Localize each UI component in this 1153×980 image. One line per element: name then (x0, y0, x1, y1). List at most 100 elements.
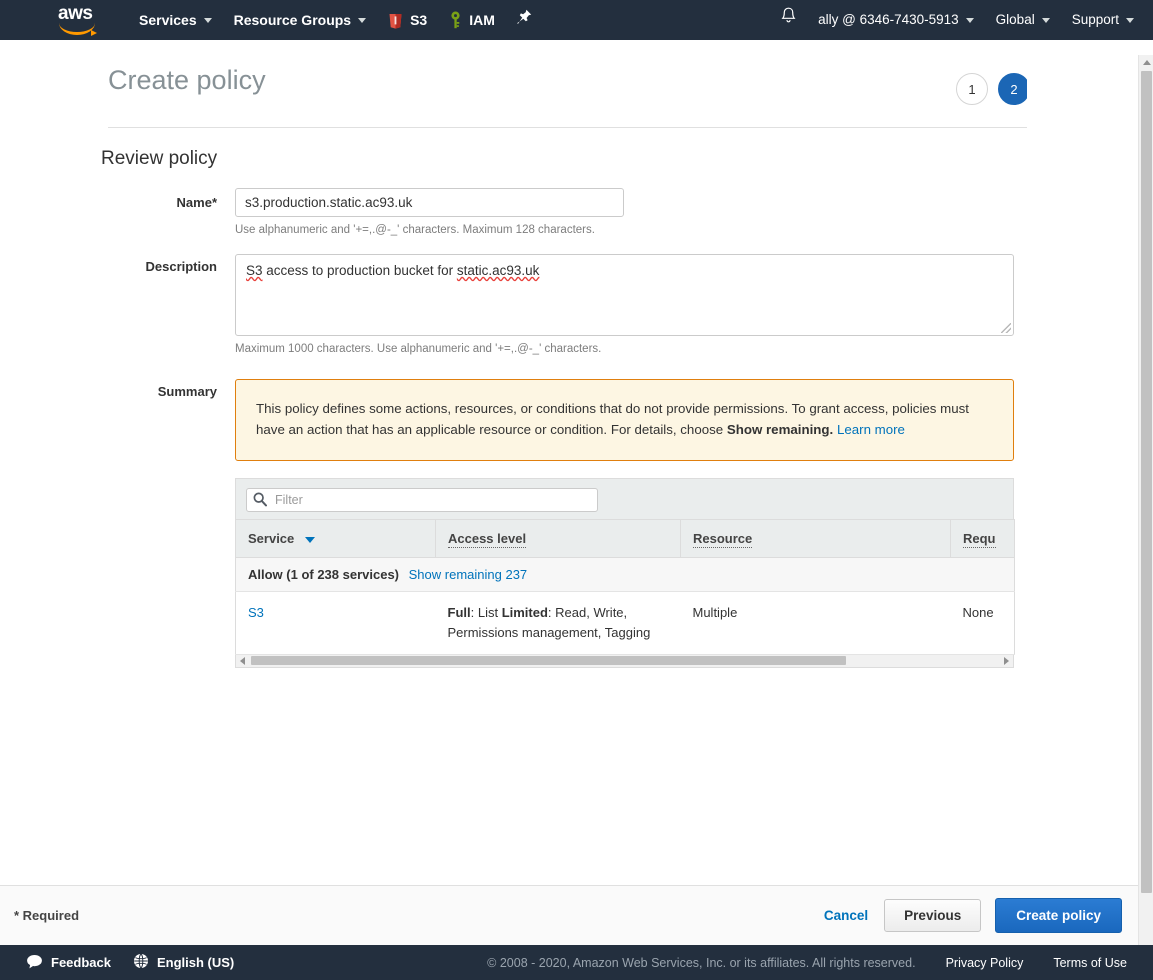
nav-services-menu[interactable]: Services (128, 0, 223, 40)
pin-icon (517, 0, 532, 40)
nav-shortcut-s3-label: S3 (410, 12, 428, 28)
required-note: * Required (14, 908, 80, 923)
nav-pin-shortcut-button[interactable] (506, 0, 543, 40)
feedback-label: Feedback (51, 955, 111, 970)
description-token-s3: S3 (246, 263, 263, 278)
show-remaining-services-link[interactable]: Show remaining 237 (409, 567, 528, 582)
nav-resource-groups-menu[interactable]: Resource Groups (223, 0, 377, 40)
access-level-full-value: : List (470, 605, 502, 620)
notifications-button[interactable] (770, 0, 807, 40)
description-token-middle: access to production bucket for (262, 263, 457, 278)
form-action-bar: * Required Cancel Previous Create policy (0, 885, 1138, 945)
description-token-domain: static.ac93.uk (456, 263, 540, 278)
language-selector[interactable]: English (US) (133, 953, 234, 972)
nav-shortcut-iam-label: IAM (469, 12, 495, 28)
iam-key-icon (449, 11, 462, 29)
nav-resource-groups-label: Resource Groups (233, 12, 352, 28)
table-filter-bar (235, 478, 1014, 519)
chevron-down-icon (203, 17, 212, 23)
sort-descending-icon (304, 536, 315, 543)
copyright-text: © 2008 - 2020, Amazon Web Services, Inc.… (487, 955, 916, 970)
permissions-table-container: Service Access level Resource (235, 478, 1015, 668)
nav-shortcut-s3[interactable]: S3 (377, 0, 438, 40)
nav-right-cluster: ally @ 6346-7430-5913 Global Support (770, 0, 1153, 40)
column-header-access-level[interactable]: Access level (435, 519, 681, 558)
terms-of-use-link[interactable]: Terms of Use (1053, 956, 1127, 970)
header-divider (108, 127, 1030, 128)
scroll-right-arrow-icon[interactable] (1000, 655, 1013, 666)
step-2-indicator[interactable]: 2 (998, 73, 1030, 105)
footer-right-cluster: © 2008 - 2020, Amazon Web Services, Inc.… (487, 956, 1153, 970)
language-label: English (US) (156, 955, 235, 970)
table-group-row-allow: Allow (1 of 238 services) Show remaining… (235, 557, 1015, 592)
column-header-access-level-label: Access level (448, 531, 527, 548)
column-header-request-condition[interactable]: Requ (950, 519, 1015, 558)
step-1-label: 1 (968, 81, 976, 97)
policy-description-textarea[interactable]: S3 access to production bucket for stati… (235, 254, 1014, 336)
aws-logo[interactable]: aws (58, 3, 106, 36)
table-header-row: Service Access level Resource Requ (235, 519, 1015, 558)
service-link-s3[interactable]: S3 (248, 605, 264, 620)
main-content: Create policy 1 2 Review policy Name* Us… (0, 55, 1138, 895)
privacy-policy-link[interactable]: Privacy Policy (946, 956, 1024, 970)
summary-show-remaining-emphasis: Show remaining. (726, 422, 834, 437)
globe-icon (133, 953, 149, 972)
form-row-description: Description S3 access to production buck… (0, 254, 1138, 355)
description-label: Description (145, 259, 217, 274)
action-buttons: Cancel Previous Create policy (822, 898, 1138, 933)
learn-more-link[interactable]: Learn more (837, 422, 905, 437)
feedback-button[interactable]: Feedback (26, 954, 111, 972)
table-filter-input[interactable] (246, 488, 598, 512)
form-row-summary: Summary This policy defines some actions… (0, 379, 1138, 668)
nav-services-label: Services (139, 12, 197, 28)
column-header-request-condition-label: Requ (963, 531, 996, 548)
column-header-resource[interactable]: Resource (680, 519, 951, 558)
step-1-indicator[interactable]: 1 (956, 73, 988, 105)
group-row-label: Allow (1 of 238 services) (248, 567, 400, 582)
vertical-scrollbar-thumb[interactable] (1141, 71, 1152, 893)
access-level-limited-label: Limited (501, 605, 548, 620)
footer-left-cluster: Feedback English (US) (26, 953, 234, 972)
nav-shortcut-iam[interactable]: IAM (438, 0, 506, 40)
table-row: S3 Full: List Limited: Read, Write, Perm… (235, 591, 1015, 655)
global-navigation-bar: aws Services Resource Groups S3 IAM ally… (0, 0, 1153, 40)
chevron-down-icon (1041, 17, 1050, 23)
access-level-full-label: Full (447, 605, 471, 620)
chevron-down-icon (1126, 17, 1134, 23)
section-title-review-policy: Review policy (101, 148, 218, 169)
horizontal-scrollbar-thumb[interactable] (251, 656, 846, 665)
region-menu[interactable]: Global (985, 0, 1061, 40)
page-footer: Feedback English (US) © 2008 - 2020, Ama… (0, 945, 1153, 980)
page-title: Create policy (108, 65, 266, 95)
region-menu-label: Global (995, 12, 1035, 27)
step-indicator: 1 2 (956, 73, 1030, 105)
aws-logo-wordmark: aws (58, 3, 93, 24)
viewport-clip-mask (1027, 55, 1138, 895)
cell-service: S3 (235, 591, 436, 655)
table-horizontal-scrollbar[interactable] (235, 655, 1014, 668)
step-2-label: 2 (1010, 81, 1018, 97)
column-header-service-label: Service (248, 531, 295, 546)
scroll-up-arrow-icon[interactable] (1139, 55, 1153, 70)
name-label: Name* (176, 195, 217, 210)
description-hint: Maximum 1000 characters. Use alphanumeri… (235, 343, 602, 355)
cancel-button[interactable]: Cancel (822, 902, 870, 929)
support-menu[interactable]: Support (1061, 0, 1145, 40)
column-header-resource-label: Resource (693, 531, 753, 548)
page-vertical-scrollbar[interactable] (1138, 55, 1153, 960)
create-policy-button[interactable]: Create policy (995, 898, 1122, 933)
previous-button[interactable]: Previous (884, 899, 982, 932)
notifications-bell-icon (781, 0, 796, 40)
scroll-left-arrow-icon[interactable] (236, 655, 249, 666)
form-row-name: Name* Use alphanumeric and '+=,.@-_' cha… (0, 188, 1138, 236)
page-header: Create policy 1 2 (0, 61, 1138, 105)
policy-name-input[interactable] (235, 188, 624, 217)
s3-bucket-icon (388, 12, 403, 29)
cell-request-condition: None (950, 591, 1015, 655)
speech-bubble-icon (26, 954, 43, 972)
account-menu[interactable]: ally @ 6346-7430-5913 (807, 0, 985, 40)
column-header-service[interactable]: Service (235, 519, 436, 558)
textarea-resize-handle[interactable] (1001, 323, 1011, 333)
summary-label: Summary (157, 384, 217, 399)
support-menu-label: Support (1071, 12, 1119, 27)
